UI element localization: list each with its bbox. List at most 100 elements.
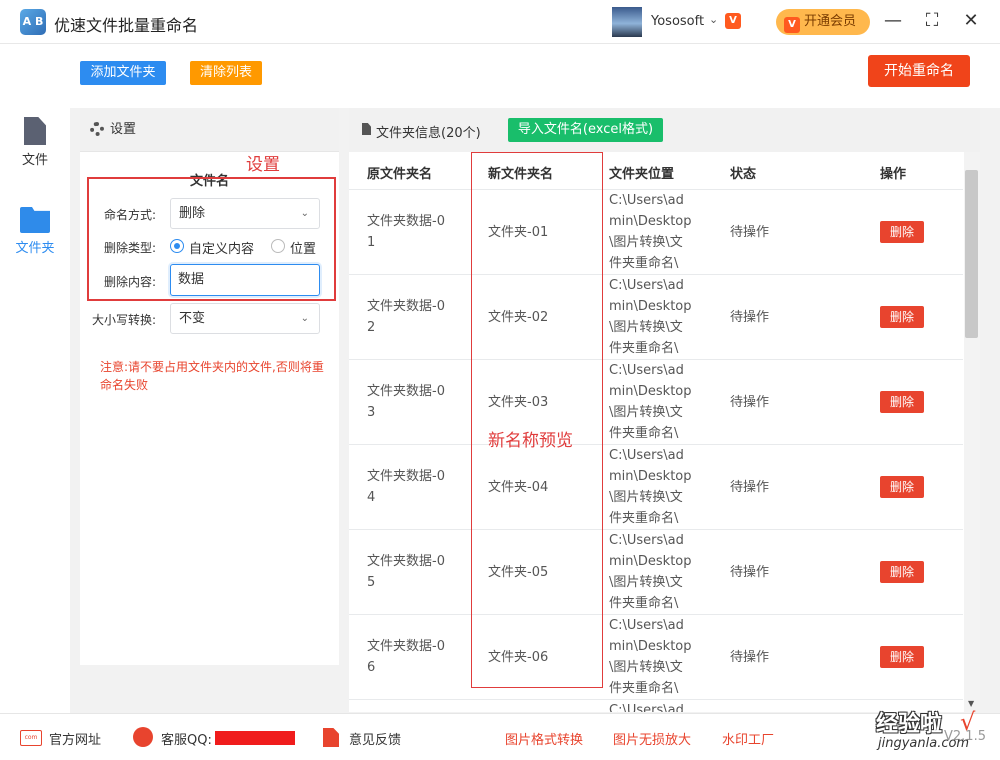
original-name-line: 5 <box>367 575 376 590</box>
gear-icon <box>90 122 104 136</box>
sidebar-item-folder[interactable]: 文件夹 <box>0 207 70 256</box>
status-cell: 待操作 <box>730 650 770 665</box>
redacted-qq-number <box>215 731 295 745</box>
sidebar-item-label: 文件 <box>21 153 48 168</box>
table-row[interactable]: 文件夹数据-0 2 文件夹-02 C:\Users\ad min\Desktop \图片转… <box>349 275 963 360</box>
file-icon <box>24 117 46 145</box>
case-convert-select[interactable]: 不变 ⌄ <box>170 303 320 334</box>
sidebar-item-label: 文件夹 <box>15 241 55 256</box>
delete-row-button[interactable]: 删除 <box>880 306 924 328</box>
table-row[interactable]: 文件夹数据-0 5 文件夹-05 C:\Users\ad min\Desktop \图片转… <box>349 530 963 615</box>
avatar[interactable] <box>612 7 642 37</box>
column-header-location: 文件夹位置 <box>609 167 675 182</box>
sidebar-item-file[interactable]: 文件 <box>0 117 70 168</box>
location-line: 件夹重命名\ <box>609 341 679 356</box>
location-cell: C:\Users\ad min\Desktop \图片转换\文 件夹重命名\ <box>609 275 692 359</box>
case-convert-label: 大小写转换: <box>92 313 157 327</box>
settings-title: 设置 <box>110 122 137 137</box>
close-icon[interactable]: ✕ <box>960 10 982 31</box>
original-name-cell: 文件夹数据-0 2 <box>367 296 445 338</box>
table-row[interactable]: 文件夹数据-0 1 文件夹-01 C:\Users\ad min\Desktop \图片转… <box>349 190 963 275</box>
location-line: \图片转换\文 <box>609 320 683 335</box>
table-row[interactable]: 文件夹数据-0 4 文件夹-04 C:\Users\ad min\Desktop \图片转… <box>349 445 963 530</box>
location-line: min\Desktop <box>609 554 692 569</box>
official-site-link[interactable]: 官方网址 <box>49 729 101 748</box>
minimize-icon[interactable]: — <box>882 10 904 31</box>
delete-row-button[interactable]: 删除 <box>880 476 924 498</box>
original-name-cell: 文件夹数据-0 1 <box>367 211 445 253</box>
location-line: C:\Users\ad <box>609 618 684 633</box>
original-name-line: 文件夹数据-0 <box>367 554 445 569</box>
table-row[interactable]: 文件夹数据-0 3 文件夹-03 C:\Users\ad min\Desktop \图片转… <box>349 360 963 445</box>
location-cell: C:\Users\ad min\Desktop \图片转换\文 件夹重命名\ <box>609 190 692 274</box>
table-title: 文件夹信息(20个) <box>376 126 481 141</box>
location-cell: C:\Users\ad min\Desktop \图片转换\文 件夹重命名\ <box>609 360 692 444</box>
document-icon <box>362 123 371 135</box>
title-bar: A B 优速文件批量重命名 Yososoft ⌄ V V 开通会员 — ⛶ ✕ <box>0 0 1000 44</box>
location-line: 件夹重命名\ <box>609 681 679 696</box>
clear-list-button[interactable]: 清除列表 <box>190 61 262 85</box>
location-line: 件夹重命名\ <box>609 596 679 611</box>
user-name[interactable]: Yososoft <box>651 14 704 29</box>
watermark: 经验啦 √ jingyanla.com <box>866 706 986 758</box>
watermark-url: jingyanla.com <box>878 736 970 751</box>
sidebar: 文件 文件夹 <box>0 45 70 713</box>
original-name-cell: 文件夹数据-0 6 <box>367 636 445 678</box>
annotation-box-settings <box>87 177 336 301</box>
settings-header: 设置 <box>80 108 339 152</box>
watermark-title: 经验啦 <box>876 712 943 737</box>
column-header-action: 操作 <box>880 167 907 182</box>
table-row[interactable]: 文件夹数据-0 6 文件夹-06 C:\Users\ad min\Desktop \图片转… <box>349 615 963 700</box>
original-name-line: 3 <box>367 405 376 420</box>
scrollbar-thumb[interactable] <box>965 170 978 338</box>
vip-button[interactable]: V 开通会员 <box>776 9 870 35</box>
original-name-line: 6 <box>367 660 376 675</box>
status-cell: 待操作 <box>730 395 770 410</box>
location-line: min\Desktop <box>609 469 692 484</box>
original-name-line: 1 <box>367 235 376 250</box>
check-mark-icon: √ <box>960 708 976 736</box>
feedback-link[interactable]: 意见反馈 <box>349 729 401 748</box>
delete-row-button[interactable]: 删除 <box>880 221 924 243</box>
location-cell: C:\Users\ad min\Desktop \图片转换\文 件夹重命名\ <box>609 615 692 699</box>
location-line: C:\Users\ad <box>609 363 684 378</box>
location-line: \图片转换\文 <box>609 235 683 250</box>
footer-bar: com 官方网址 客服QQ: 意见反馈 图片格式转换 图片无损放大 水印工厂 V… <box>0 713 1000 760</box>
maximize-icon[interactable]: ⛶ <box>921 10 943 31</box>
table-body: 文件夹数据-0 1 文件夹-01 C:\Users\ad min\Desktop \图片转… <box>349 190 963 712</box>
folder-table-panel: 文件夹信息(20个) 导入文件名(excel格式) 原文件夹名 新文件夹名 文件… <box>349 108 980 712</box>
status-cell: 待操作 <box>730 225 770 240</box>
original-name-line: 4 <box>367 490 376 505</box>
folder-icon <box>20 207 50 233</box>
footer-link-watermark[interactable]: 水印工厂 <box>722 729 774 748</box>
footer-link-image-upscale[interactable]: 图片无损放大 <box>613 729 691 748</box>
footer-link-image-convert[interactable]: 图片格式转换 <box>505 729 583 748</box>
case-convert-value: 不变 <box>179 311 206 326</box>
annotation-label-settings: 设置 <box>246 155 280 175</box>
add-folder-button[interactable]: 添加文件夹 <box>80 61 166 85</box>
original-name-cell: 文件夹数据-0 5 <box>367 551 445 593</box>
table-head: 原文件夹名 新文件夹名 文件夹位置 状态 操作 <box>349 152 963 190</box>
import-excel-button[interactable]: 导入文件名(excel格式) <box>508 118 663 142</box>
location-line: min\Desktop <box>609 299 692 314</box>
table-header-bar: 文件夹信息(20个) 导入文件名(excel格式) <box>349 108 980 152</box>
location-line: min\Desktop <box>609 214 692 229</box>
location-line: C:\Users\ad <box>609 278 684 293</box>
location-line: C:\Users\ad <box>609 533 684 548</box>
location-line: \图片转换\文 <box>609 660 683 675</box>
location-cell: C:\Users\ad min\Desktop \图片转换\文 件夹重命名\ <box>609 530 692 614</box>
delete-row-button[interactable]: 删除 <box>880 391 924 413</box>
feedback-icon <box>323 728 339 747</box>
delete-row-button[interactable]: 删除 <box>880 561 924 583</box>
column-header-original: 原文件夹名 <box>367 167 433 182</box>
chevron-down-icon[interactable]: ⌄ <box>709 13 718 26</box>
column-header-status: 状态 <box>730 167 757 182</box>
support-qq-icon <box>133 727 153 747</box>
support-qq-link[interactable]: 客服QQ: <box>161 729 212 748</box>
delete-row-button[interactable]: 删除 <box>880 646 924 668</box>
status-cell: 待操作 <box>730 480 770 495</box>
annotation-label-preview: 新名称预览 <box>488 431 573 451</box>
location-line: \图片转换\文 <box>609 405 683 420</box>
table-scrollbar[interactable]: ▼ <box>964 152 980 712</box>
start-rename-button[interactable]: 开始重命名 <box>868 55 970 87</box>
